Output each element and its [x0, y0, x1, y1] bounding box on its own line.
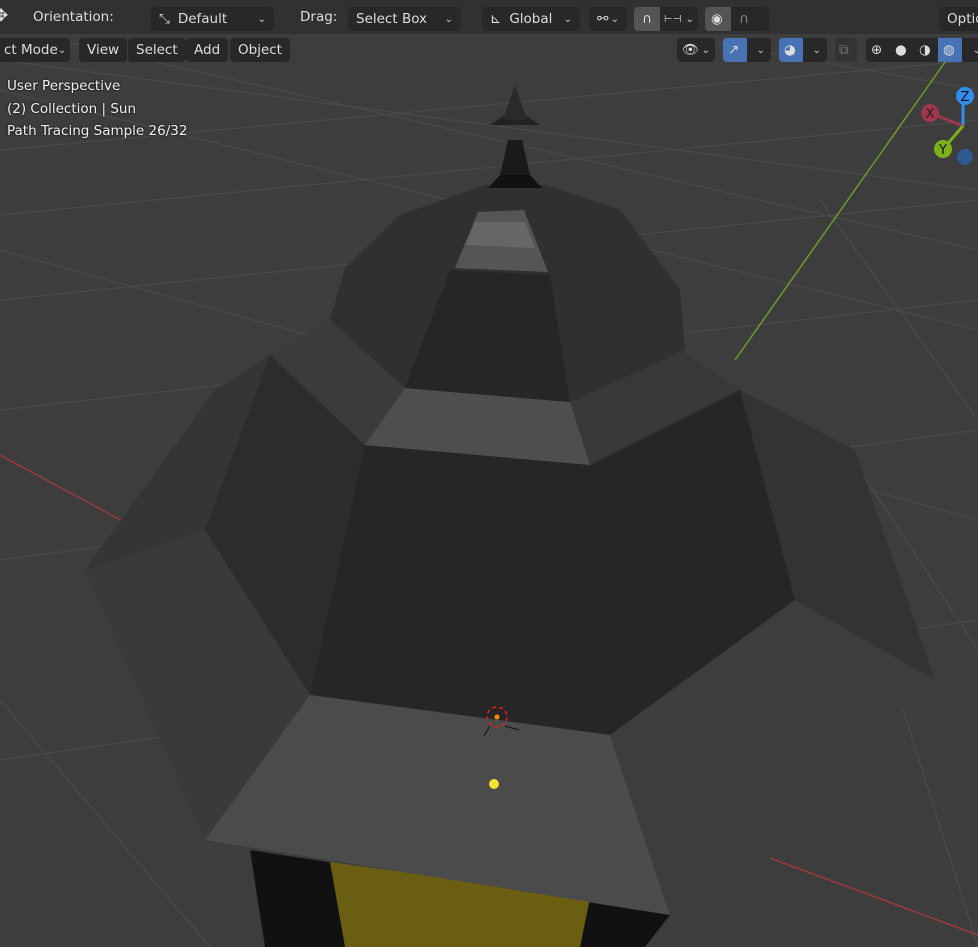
chevron-down-icon: ⌄	[563, 13, 572, 25]
magnet-icon: ∩	[642, 11, 652, 27]
chevron-down-icon: ⌄	[257, 13, 266, 25]
transform-orientation-dropdown[interactable]: ⊾ Global ⌄	[482, 7, 580, 31]
menu-add[interactable]: Add	[186, 38, 229, 62]
chevron-down-icon: ⌄	[972, 44, 978, 56]
menu-label: View	[87, 42, 120, 58]
orientation-icon: ⤡	[159, 11, 170, 27]
shading-wireframe[interactable]: ⊕	[866, 38, 890, 62]
shading-dropdown[interactable]: ⌄	[962, 38, 978, 62]
solid-sphere-icon: ●	[895, 42, 907, 58]
mode-value: ct Mode	[4, 42, 58, 58]
view-name: User Perspective	[7, 78, 121, 94]
transform-tool-icon[interactable]: ✥	[0, 6, 8, 26]
active-object-info: (2) Collection | Sun	[7, 101, 137, 117]
menu-label: Add	[194, 42, 221, 58]
y-axis-line	[734, 54, 951, 361]
rendered-sphere-icon: ◍	[943, 42, 955, 58]
render-sample-status: Path Tracing Sample 26/32	[7, 123, 188, 139]
overlays-toggle[interactable]: ◕	[779, 38, 803, 62]
falloff-dropdown[interactable]: ∩	[731, 7, 769, 31]
material-sphere-icon: ◑	[919, 42, 931, 58]
shading-material[interactable]: ◑	[914, 38, 938, 62]
xray-icon: ⧉	[839, 42, 849, 58]
chevron-down-icon: ⌄	[57, 44, 67, 56]
menu-label: Select	[136, 42, 178, 58]
proportional-icon: ◉	[711, 11, 723, 27]
chevron-down-icon: ⌄	[444, 13, 453, 25]
menu-view[interactable]: View	[79, 38, 128, 62]
chevron-down-icon: ⌄	[812, 44, 821, 56]
chevron-down-icon: ⌄	[685, 13, 694, 25]
orientation-value: Default	[177, 11, 228, 27]
x-axis-line	[0, 454, 131, 526]
mode-dropdown[interactable]: ct Mode ⌄	[0, 38, 70, 62]
gizmo-neg-y	[957, 149, 973, 165]
eye-icon: 👁	[682, 42, 700, 58]
orientation-label: Orientation:	[33, 9, 114, 25]
chevron-down-icon: ⌄	[610, 13, 619, 25]
gizmo-z-label: Z	[961, 90, 970, 105]
navigation-gizmo[interactable]: X Z Y	[921, 87, 974, 165]
transform-orientation-value: Global	[509, 11, 553, 27]
xray-toggle[interactable]: ⧉	[835, 38, 857, 62]
gizmo-toggle[interactable]: ↗	[723, 38, 747, 62]
orientation-dropdown[interactable]: ⤡ Default ⌄	[151, 7, 274, 31]
proportional-editing-toggle[interactable]: ◉	[705, 7, 731, 31]
drag-value: Select Box	[356, 11, 428, 27]
shading-rendered[interactable]: ◍	[938, 38, 962, 62]
snap-toggle[interactable]: ∩	[634, 7, 660, 31]
gizmo-y-label: Y	[938, 143, 947, 158]
3d-viewport[interactable]: X Z Y	[0, 0, 978, 947]
overlays-icon: ◕	[784, 42, 796, 58]
lantern-object[interactable]	[85, 85, 935, 947]
gizmo-dropdown[interactable]: ⌄	[747, 38, 771, 62]
pivot-point-dropdown[interactable]: ⚯ ⌄	[589, 7, 627, 31]
drag-dropdown[interactable]: Select Box ⌄	[348, 7, 461, 31]
axes-icon: ⊾	[490, 11, 502, 27]
falloff-curve-icon: ∩	[739, 11, 749, 27]
drag-label: Drag:	[300, 9, 338, 25]
gizmo-x-label: X	[926, 107, 935, 122]
menu-label: Object	[238, 42, 282, 58]
options-button[interactable]: Optio	[939, 7, 978, 31]
options-label: Optio	[947, 11, 978, 27]
x-axis-line	[769, 857, 978, 936]
visibility-dropdown[interactable]: 👁 ⌄	[677, 38, 715, 62]
menu-object[interactable]: Object	[230, 38, 290, 62]
gizmo-icon: ↗	[728, 42, 740, 58]
snap-increment-icon: ⊢⊣	[664, 13, 682, 25]
wireframe-sphere-icon: ⊕	[871, 42, 883, 58]
overlays-dropdown[interactable]: ⌄	[803, 38, 827, 62]
menu-select[interactable]: Select	[128, 38, 186, 62]
snap-target-dropdown[interactable]: ⊢⊣ ⌄	[660, 7, 698, 31]
chevron-down-icon: ⌄	[701, 44, 710, 56]
shading-solid[interactable]: ●	[890, 38, 914, 62]
pivot-icon: ⚯	[597, 11, 609, 27]
chevron-down-icon: ⌄	[756, 44, 765, 56]
